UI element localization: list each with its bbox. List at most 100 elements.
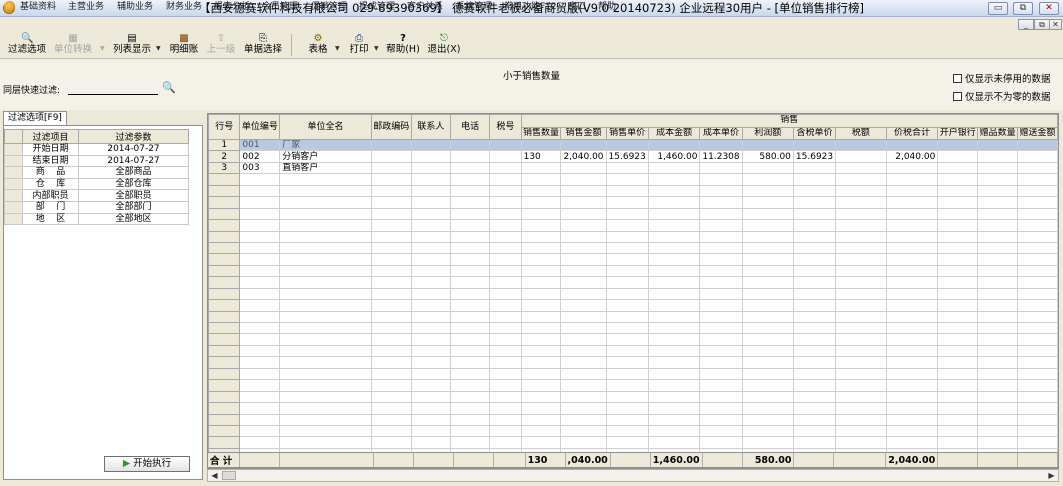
empty-cell[interactable] [647,344,701,358]
empty-cell[interactable] [699,367,743,381]
empty-cell[interactable] [450,264,491,278]
empty-cell[interactable] [489,299,522,312]
empty-table-row[interactable] [208,241,1058,255]
empty-cell[interactable] [239,321,281,335]
empty-cell[interactable] [450,173,491,186]
empty-cell[interactable] [977,379,1019,392]
empty-cell[interactable] [741,219,794,232]
empty-cell[interactable] [741,276,794,289]
empty-cell[interactable] [835,299,887,312]
empty-cell[interactable] [1017,436,1058,449]
empty-cell[interactable] [885,264,939,278]
empty-cell[interactable] [560,333,607,346]
empty-cell[interactable] [1017,253,1058,266]
empty-cell[interactable] [410,184,452,198]
scroll-left-arrow-icon[interactable]: ◀ [209,470,220,481]
empty-cell[interactable] [647,184,701,198]
empty-cell[interactable] [977,424,1019,438]
empty-cell[interactable] [520,219,562,232]
empty-cell[interactable] [605,436,649,449]
empty-cell[interactable] [835,367,887,381]
empty-cell[interactable] [885,402,939,415]
empty-cell[interactable] [605,299,649,312]
empty-cell[interactable] [489,424,522,438]
empty-cell[interactable] [410,356,452,369]
empty-cell[interactable] [410,333,452,346]
cell-tax-no[interactable] [489,150,522,163]
empty-cell[interactable] [977,402,1019,415]
empty-cell[interactable] [370,310,412,324]
empty-cell[interactable] [410,173,452,186]
empty-cell[interactable] [741,390,794,404]
empty-cell[interactable] [239,184,281,198]
empty-cell[interactable] [605,184,649,198]
empty-cell[interactable] [977,310,1019,324]
empty-cell[interactable] [450,219,491,232]
cell-postcode[interactable] [370,161,412,175]
empty-cell[interactable] [560,264,607,278]
empty-cell[interactable] [741,436,794,449]
empty-cell[interactable] [741,230,794,243]
empty-cell[interactable] [370,287,412,301]
empty-cell[interactable] [792,241,837,255]
empty-cell[interactable] [792,321,837,335]
filter-param[interactable]: 2014-07-27 [78,154,189,168]
empty-cell[interactable] [370,173,412,186]
empty-cell[interactable] [239,390,281,404]
empty-cell[interactable] [1017,413,1058,426]
menu-reports[interactable]: 报表分析 [214,1,250,13]
empty-cell[interactable] [520,356,562,369]
empty-cell[interactable] [560,367,607,381]
empty-cell[interactable] [885,390,939,404]
empty-cell[interactable] [977,207,1019,221]
empty-cell[interactable] [560,276,607,289]
empty-cell[interactable] [370,436,412,449]
empty-cell[interactable] [741,241,794,255]
empty-cell[interactable] [835,436,887,449]
table-button[interactable]: ⚙ 表格 [304,33,332,58]
cell-unit-code[interactable]: 001 [239,138,281,152]
menu-window[interactable]: 窗口 [568,1,586,13]
empty-cell[interactable] [792,424,837,438]
empty-cell[interactable] [489,264,522,278]
empty-cell[interactable] [885,230,939,243]
empty-cell[interactable] [885,333,939,346]
empty-cell[interactable] [977,367,1019,381]
empty-cell[interactable] [647,287,701,301]
cell-contact[interactable] [410,138,452,152]
cell-contact[interactable] [410,161,452,175]
empty-cell[interactable] [520,436,562,449]
empty-table-row[interactable] [208,173,1058,186]
empty-cell[interactable] [279,390,372,404]
empty-cell[interactable] [977,219,1019,232]
empty-cell[interactable] [279,356,372,369]
cell-gift-qty[interactable] [977,161,1019,175]
cell-tax[interactable] [835,161,887,175]
empty-cell[interactable] [977,356,1019,369]
empty-cell[interactable] [489,379,522,392]
empty-cell[interactable] [279,219,372,232]
empty-cell[interactable] [699,321,743,335]
empty-cell[interactable] [605,424,649,438]
empty-cell[interactable] [792,299,837,312]
empty-cell[interactable] [885,241,939,255]
empty-cell[interactable] [239,424,281,438]
empty-cell[interactable] [1017,402,1058,415]
empty-cell[interactable] [792,402,837,415]
empty-cell[interactable] [560,241,607,255]
empty-table-row[interactable] [208,287,1058,301]
empty-cell[interactable] [1017,390,1058,404]
empty-cell[interactable] [699,219,743,232]
empty-table-row[interactable] [208,196,1058,209]
menu-system[interactable]: 系统管理 [456,1,492,13]
empty-cell[interactable] [520,207,562,221]
filter-row[interactable]: 地 区全部地区 [4,212,189,226]
empty-table-row[interactable] [208,424,1058,438]
empty-cell[interactable] [792,276,837,289]
empty-cell[interactable] [885,436,939,449]
empty-cell[interactable] [605,413,649,426]
cell-tax[interactable] [835,150,887,163]
header-tax[interactable]: 税额 [835,126,887,140]
header-unit-name[interactable]: 单位全名 [279,114,372,140]
empty-cell[interactable] [370,276,412,289]
